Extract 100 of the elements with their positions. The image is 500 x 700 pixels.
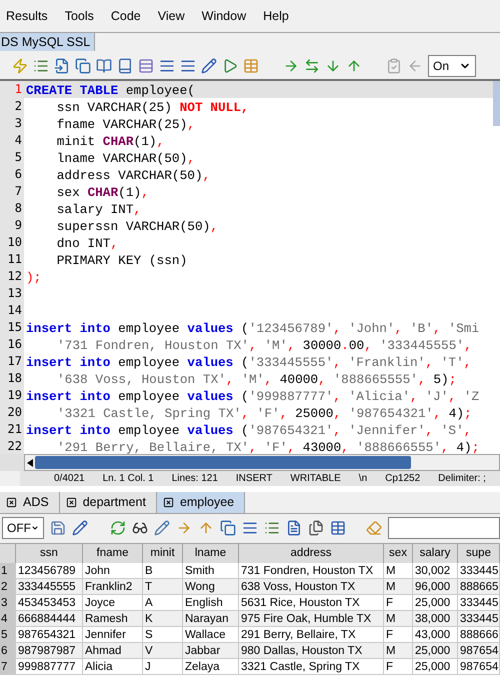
table-cell: 999887777	[16, 659, 83, 674]
result-tab[interactable]: ADS	[0, 492, 60, 513]
close-icon[interactable]	[6, 497, 17, 508]
rows-icon[interactable]	[138, 58, 154, 74]
table-cell: 25,000	[413, 643, 458, 658]
dropdown[interactable]: On	[428, 55, 476, 77]
code-editor[interactable]	[0, 81, 500, 454]
line-number: 20	[0, 404, 24, 421]
clipboard-icon[interactable]	[386, 58, 402, 74]
line-number: 8	[0, 200, 24, 217]
status-text: INSERT	[236, 472, 272, 486]
documents-icon[interactable]	[308, 520, 324, 536]
close-icon[interactable]	[66, 497, 77, 508]
arrow-right-icon[interactable]	[283, 58, 299, 74]
menu-item[interactable]: Results	[6, 6, 48, 26]
status-text: Cp1252	[385, 472, 420, 486]
code-line: fname VARCHAR(25),	[56, 117, 195, 132]
table-cell: English	[183, 595, 239, 610]
scrollbar-thumb[interactable]	[493, 81, 500, 126]
code-line: insert into employee values ('123456789', 'John', 'B', 'Smi	[26, 321, 480, 336]
pencil-icon[interactable]	[154, 520, 170, 536]
table-cell: Jennifer	[83, 627, 143, 642]
swap-icon[interactable]	[304, 58, 320, 74]
line-number: 10	[0, 234, 24, 251]
pencil-icon[interactable]	[201, 58, 217, 74]
table-cell: M	[384, 611, 413, 626]
table-cell: B	[143, 563, 183, 578]
refresh-icon[interactable]	[110, 520, 126, 536]
status-text: Ln. 1 Col. 1	[102, 472, 154, 486]
table-cell: Joyce	[83, 595, 143, 610]
line-number: 14	[0, 302, 24, 319]
code-line: sex CHAR(1),	[56, 185, 149, 200]
table-cell: 333445	[458, 595, 500, 610]
book-icon[interactable]	[96, 58, 112, 74]
menu-item[interactable]: Code	[110, 6, 141, 26]
code-line: superssn VARCHAR(50),	[56, 219, 218, 234]
document-icon[interactable]	[286, 520, 302, 536]
book-icon[interactable]	[117, 58, 133, 74]
glasses-icon[interactable]	[132, 520, 148, 536]
line-number: 17	[0, 353, 24, 370]
lines-icon[interactable]	[180, 58, 196, 74]
table-cell: V	[143, 643, 183, 658]
line-number: 1	[0, 81, 24, 98]
line-number: 7	[0, 183, 24, 200]
menu-item[interactable]: Help	[263, 6, 289, 26]
list-icon[interactable]	[33, 58, 49, 74]
line-number: 2	[0, 98, 24, 115]
table-cell: Smith	[183, 563, 239, 578]
table-icon[interactable]	[330, 520, 346, 536]
horizontal-scrollbar[interactable]	[24, 454, 500, 471]
status-text: 0/4021	[54, 472, 85, 486]
close-icon[interactable]	[162, 497, 174, 508]
table-cell: T	[143, 579, 183, 594]
table-cell: 638 Voss, Houston TX	[239, 579, 384, 594]
table-icon[interactable]	[243, 58, 259, 74]
row-number: 3	[0, 595, 16, 610]
result-tab[interactable]: employee	[156, 492, 246, 513]
table-cell: A	[143, 595, 183, 610]
table-cell: 5631 Rice, Houston TX	[239, 595, 384, 610]
table-cell: Jabbar	[183, 643, 239, 658]
import-icon[interactable]	[54, 58, 70, 74]
play-icon[interactable]	[222, 58, 238, 74]
menu-item[interactable]: View	[158, 6, 185, 26]
connection-tab[interactable]: DS MySQL SSL	[0, 33, 96, 51]
code-line: '638 Voss, Houston TX', 'M', 40000, '888665555', 5);	[57, 372, 456, 387]
table-cell: 3321 Castle, Spring TX	[239, 659, 384, 674]
dropdown[interactable]: OFF	[2, 517, 44, 539]
table-cell: Ahmad	[83, 643, 143, 658]
lines-icon[interactable]	[159, 58, 175, 74]
table-cell: 453453453	[16, 595, 83, 610]
arrow-right-icon[interactable]	[176, 520, 192, 536]
copy-icon[interactable]	[220, 520, 236, 536]
copy-icon[interactable]	[75, 58, 91, 74]
table-cell: M	[384, 579, 413, 594]
table-cell: 43,000	[413, 627, 458, 642]
save-icon[interactable]	[50, 520, 66, 536]
table-cell: 987654	[458, 659, 500, 674]
table-cell: 291 Berry, Bellaire, TX	[239, 627, 384, 642]
pencil-icon[interactable]	[72, 520, 88, 536]
row-number: 2	[0, 579, 16, 594]
table-cell: 888665	[458, 579, 500, 594]
table-cell: Wallace	[183, 627, 239, 642]
table-cell: M	[384, 643, 413, 658]
status-text: \n	[358, 472, 368, 486]
lines-icon[interactable]	[242, 520, 258, 536]
line-number: 13	[0, 285, 24, 302]
table-cell: Alicia	[83, 659, 143, 674]
row-number: 6	[0, 643, 16, 658]
menu-item[interactable]: Tools	[64, 6, 94, 26]
scrollbar-thumb[interactable]	[35, 456, 411, 469]
menu-item[interactable]: Window	[202, 6, 246, 26]
list-icon[interactable]	[264, 520, 280, 536]
eraser-icon[interactable]	[366, 520, 382, 536]
filter-field[interactable]	[388, 517, 500, 539]
line-number: 4	[0, 132, 24, 149]
table-cell: F	[384, 627, 413, 642]
scroll-left-icon[interactable]	[27, 458, 33, 466]
table-cell: 333445	[458, 611, 500, 626]
code-line: salary INT,	[56, 202, 142, 217]
result-tab[interactable]: department	[60, 492, 157, 513]
